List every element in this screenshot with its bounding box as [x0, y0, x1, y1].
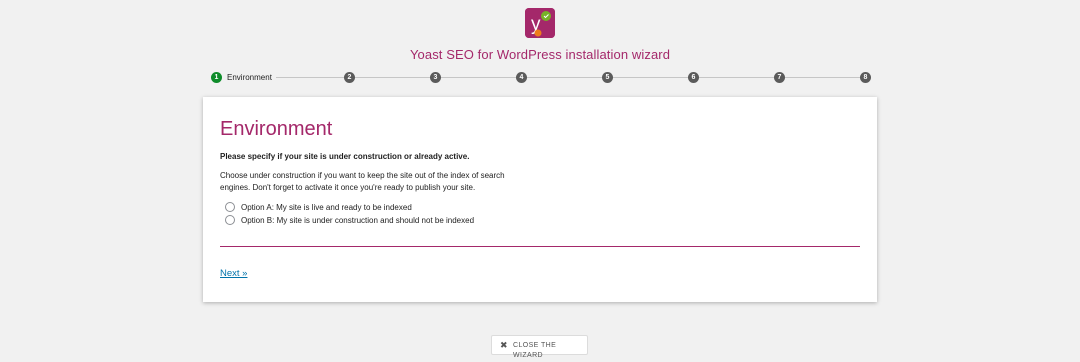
yoast-logo-icon: y: [525, 8, 555, 38]
wizard-title: Yoast SEO for WordPress installation wiz…: [409, 47, 671, 62]
step-8-indicator[interactable]: 8: [860, 72, 871, 83]
close-wizard-button[interactable]: ✖ CLOSE THE WIZARD: [491, 335, 588, 359]
close-wizard-label: CLOSE THE WIZARD: [513, 342, 557, 359]
option-a-label[interactable]: Option A: My site is live and ready to b…: [241, 202, 412, 213]
close-icon: ✖: [500, 340, 508, 350]
environment-description: Choose under construction if you want to…: [220, 171, 505, 192]
option-b-label[interactable]: Option B: My site is under construction …: [241, 215, 474, 226]
option-b-radio[interactable]: [225, 215, 235, 225]
step-2-indicator[interactable]: 2: [344, 72, 355, 83]
step-progress: 1 Environment 2 3 4 5 6 7 8: [0, 70, 1080, 86]
step-4-indicator[interactable]: 4: [516, 72, 527, 83]
step-1-indicator[interactable]: 1: [211, 72, 222, 83]
step-3-indicator[interactable]: 3: [430, 72, 441, 83]
option-a-radio[interactable]: [225, 202, 235, 212]
step-1-label: Environment: [227, 71, 276, 84]
step-7-indicator[interactable]: 7: [774, 72, 785, 83]
step-5-indicator[interactable]: 5: [602, 72, 613, 83]
wizard-panel: Environment Please specify if your site …: [203, 97, 877, 302]
panel-divider: [220, 246, 860, 247]
step-6-indicator[interactable]: 6: [688, 72, 699, 83]
environment-question: Please specify if your site is under con…: [220, 152, 470, 161]
next-button[interactable]: Next »: [220, 268, 247, 279]
panel-heading: Environment: [220, 118, 333, 140]
